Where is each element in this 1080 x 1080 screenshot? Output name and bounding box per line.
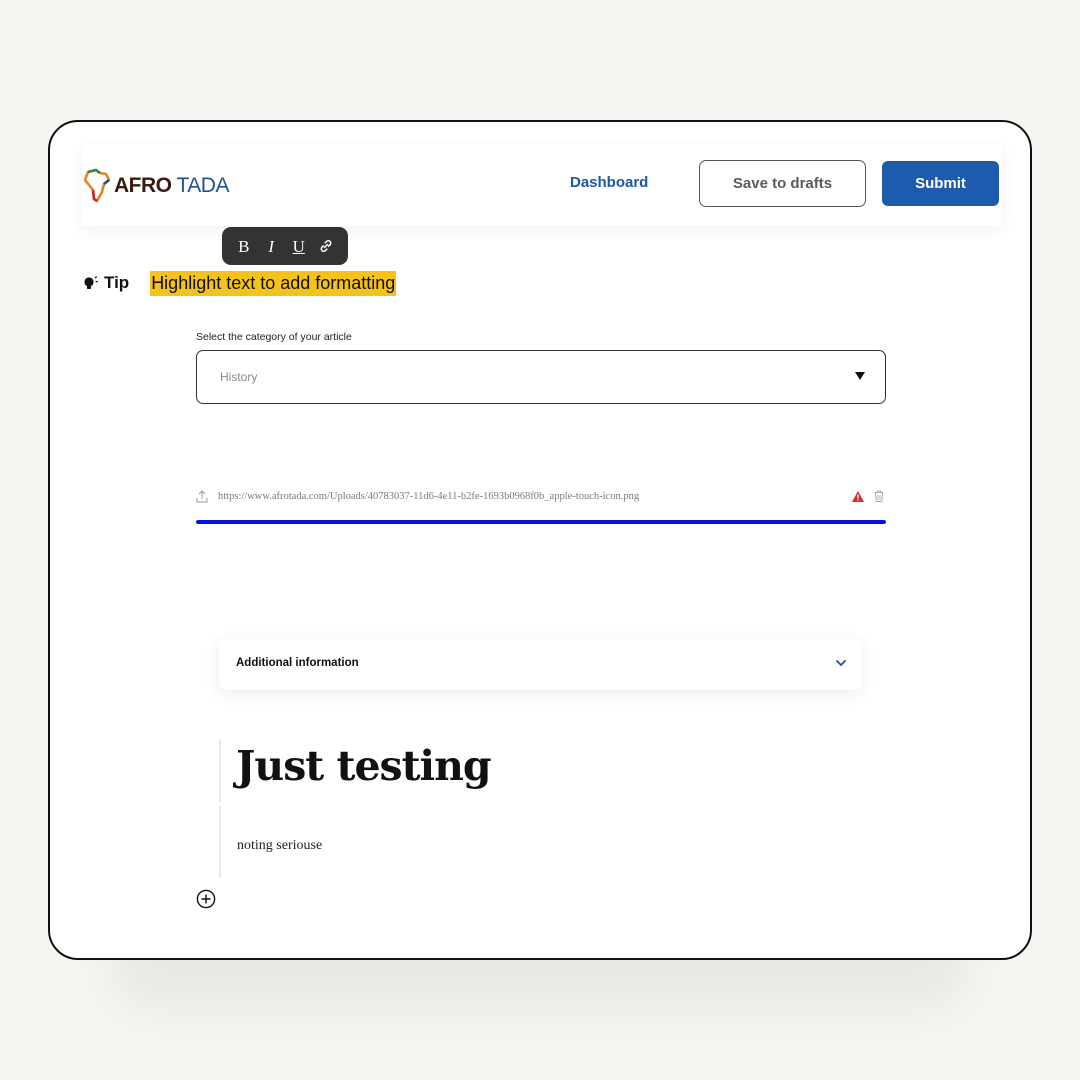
top-header: AFRO TADA Dashboard Save to drafts Submi… bbox=[82, 144, 1002, 226]
logo-tada-text: TADA bbox=[176, 174, 230, 197]
upload-icon bbox=[196, 490, 208, 503]
nav-dashboard-link[interactable]: Dashboard bbox=[570, 174, 648, 191]
afrotada-logo[interactable]: AFRO TADA bbox=[82, 166, 229, 206]
article-title[interactable]: Just testing bbox=[236, 742, 492, 790]
category-label: Select the category of your article bbox=[196, 331, 352, 343]
upload-progress-fill bbox=[196, 520, 886, 524]
save-to-drafts-button[interactable]: Save to drafts bbox=[699, 160, 866, 207]
chevron-down-icon bbox=[836, 660, 846, 667]
uploaded-file-url[interactable]: https://www.afrotada.com/Uploads/4078303… bbox=[218, 491, 639, 502]
category-select[interactable]: History bbox=[196, 350, 886, 404]
submit-button[interactable]: Submit bbox=[882, 161, 999, 206]
link-button[interactable] bbox=[315, 238, 337, 254]
link-icon bbox=[320, 240, 332, 252]
add-block-icon[interactable] bbox=[196, 889, 216, 909]
bold-button[interactable]: B bbox=[233, 238, 255, 255]
additional-information-title: Additional information bbox=[236, 657, 359, 669]
underline-button[interactable]: U bbox=[288, 238, 310, 255]
africa-map-icon bbox=[83, 168, 111, 203]
upload-progress-bar bbox=[196, 520, 886, 524]
warning-icon[interactable] bbox=[852, 491, 864, 502]
app-window: AFRO TADA Dashboard Save to drafts Submi… bbox=[48, 120, 1032, 960]
article-body-paragraph[interactable]: noting seriouse bbox=[237, 838, 322, 854]
trash-icon[interactable] bbox=[874, 490, 884, 502]
category-selected-value: History bbox=[220, 370, 258, 384]
tip-text: Highlight text to add formatting bbox=[150, 270, 397, 296]
tip-row: Tip Highlight text to add formatting bbox=[82, 269, 397, 297]
title-block-guide bbox=[219, 740, 221, 802]
body-block-guide bbox=[219, 806, 221, 878]
tip-label: Tip bbox=[104, 273, 130, 292]
lightbulb-icon bbox=[84, 276, 98, 289]
caret-down-icon bbox=[855, 372, 865, 380]
italic-button[interactable]: I bbox=[260, 238, 282, 255]
additional-information-accordion[interactable]: Additional information bbox=[219, 639, 862, 690]
uploaded-file-row: https://www.afrotada.com/Uploads/4078303… bbox=[196, 490, 886, 510]
logo-afro-text: AFRO bbox=[114, 174, 172, 197]
format-toolbar: B I U bbox=[222, 227, 348, 265]
